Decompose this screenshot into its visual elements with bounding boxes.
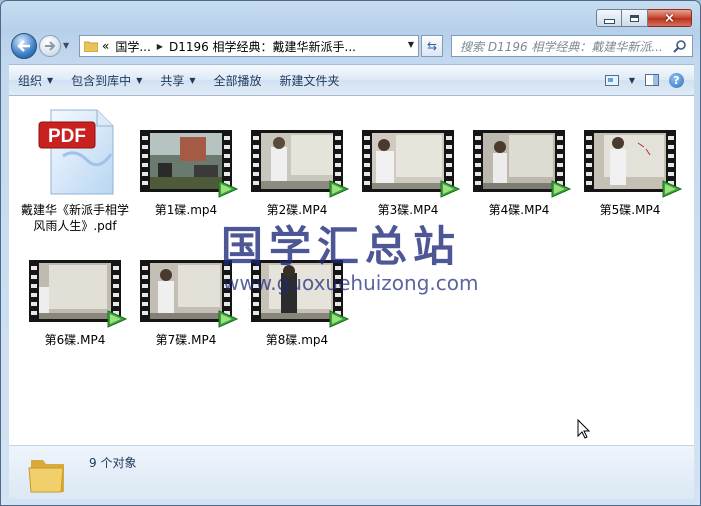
address-overflow-chevron[interactable]: « — [102, 39, 109, 53]
organize-label: 组织 — [18, 73, 43, 88]
breadcrumb-item-current[interactable]: D1196 相学经典：戴建华新派手... — [169, 38, 356, 55]
maximize-icon — [630, 14, 639, 22]
pdf-file-icon: PDF — [33, 106, 117, 198]
file-item-video[interactable]: 第4碟.MP4 — [465, 130, 573, 218]
refresh-icon: ⇆ — [426, 39, 438, 53]
maximize-button[interactable] — [622, 9, 648, 27]
preview-pane-icon[interactable] — [645, 74, 659, 86]
folder-icon — [28, 460, 64, 493]
include-in-library-button[interactable]: 包含到库中 ▼ — [62, 72, 151, 89]
file-name: 第6碟.MP4 — [44, 333, 106, 347]
file-name: 第8碟.mp4 — [265, 333, 329, 347]
video-thumbnail — [140, 260, 238, 328]
file-name: 第7碟.MP4 — [155, 333, 217, 347]
play-icon — [218, 310, 238, 328]
share-button[interactable]: 共享 ▼ — [151, 72, 204, 89]
back-arrow-icon — [17, 40, 30, 52]
organize-button[interactable]: 组织 ▼ — [9, 72, 62, 89]
minimize-button[interactable] — [596, 9, 622, 27]
video-thumbnail — [140, 130, 238, 198]
watermark-title: 国学汇总站 — [221, 222, 462, 271]
caption-buttons: × — [596, 9, 692, 27]
address-dropdown-icon[interactable]: ▼ — [408, 40, 414, 49]
item-count: 9 个对象 — [89, 456, 137, 470]
video-thumbnail — [362, 130, 460, 198]
chevron-down-icon: ▼ — [47, 75, 54, 85]
play-icon — [440, 180, 460, 198]
watermark-url: www.guoxuehuizong.com — [223, 271, 479, 295]
video-thumbnail — [251, 130, 349, 198]
file-item-pdf[interactable]: PDF 戴建华《新派手相学风雨人生》.pdf — [21, 106, 129, 234]
file-item-video[interactable]: 第5碟.MP4 — [576, 130, 684, 218]
play-icon — [662, 180, 682, 198]
recent-pages-dropdown[interactable]: ▼ — [63, 41, 69, 50]
refresh-button[interactable]: ⇆ — [421, 35, 443, 57]
explorer-window: × ▼ « 国学... ▶ D1196 相学经典：戴建华新派手... ▼ ⇆ 搜… — [0, 0, 701, 506]
folder-icon — [83, 41, 99, 52]
close-button[interactable]: × — [648, 9, 692, 27]
include-in-library-label: 包含到库中 — [71, 73, 132, 88]
share-label: 共享 — [160, 73, 185, 88]
play-all-button[interactable]: 全部播放 — [205, 72, 271, 89]
chevron-down-icon[interactable]: ▼ — [629, 76, 635, 85]
pdf-badge-text: PDF — [48, 126, 86, 147]
back-button[interactable] — [11, 33, 37, 59]
search-input[interactable]: 搜索 D1196 相学经典：戴建华新派... — [451, 35, 693, 57]
mouse-cursor-icon — [577, 419, 591, 439]
play-icon — [107, 310, 127, 328]
play-icon — [329, 180, 349, 198]
play-all-label: 全部播放 — [213, 73, 262, 88]
search-placeholder: 搜索 D1196 相学经典：戴建华新派... — [460, 39, 663, 54]
forward-arrow-icon — [45, 41, 56, 51]
close-icon: × — [664, 10, 675, 26]
file-item-video[interactable]: 第6碟.MP4 — [21, 260, 129, 348]
file-name: 戴建华《新派手相学风雨人生》.pdf — [21, 203, 130, 233]
breadcrumb-item[interactable]: 国学... — [115, 38, 150, 55]
new-folder-button[interactable]: 新建文件夹 — [271, 72, 349, 89]
address-bar[interactable]: « 国学... ▶ D1196 相学经典：戴建华新派手... ▼ — [79, 35, 419, 57]
video-thumbnail — [584, 130, 682, 198]
change-view-icon[interactable] — [604, 74, 619, 86]
view-controls: ▼ ? — [604, 72, 694, 88]
file-item-video[interactable]: 第1碟.mp4 — [132, 130, 240, 218]
breadcrumb-separator-icon[interactable]: ▶ — [157, 42, 163, 51]
chevron-down-icon: ▼ — [136, 75, 143, 85]
file-name: 第4碟.MP4 — [488, 203, 550, 217]
command-bar: 组织 ▼ 包含到库中 ▼ 共享 ▼ 全部播放 新建文件夹 ▼ ? — [9, 64, 694, 96]
play-icon — [329, 310, 349, 328]
file-item-video[interactable]: 第3碟.MP4 — [354, 130, 462, 218]
play-icon — [218, 180, 238, 198]
minimize-icon — [603, 18, 615, 24]
chevron-down-icon: ▼ — [189, 75, 196, 85]
video-thumbnail — [473, 130, 571, 198]
help-icon[interactable]: ? — [669, 72, 684, 88]
forward-button[interactable] — [39, 35, 61, 57]
file-name: 第5碟.MP4 — [599, 203, 661, 217]
details-pane: 9 个对象 — [9, 446, 694, 499]
file-item-video[interactable]: 第2碟.MP4 — [243, 130, 351, 218]
video-thumbnail — [29, 260, 127, 328]
new-folder-label: 新建文件夹 — [279, 73, 340, 88]
play-icon — [551, 180, 571, 198]
search-icon[interactable] — [673, 39, 687, 53]
